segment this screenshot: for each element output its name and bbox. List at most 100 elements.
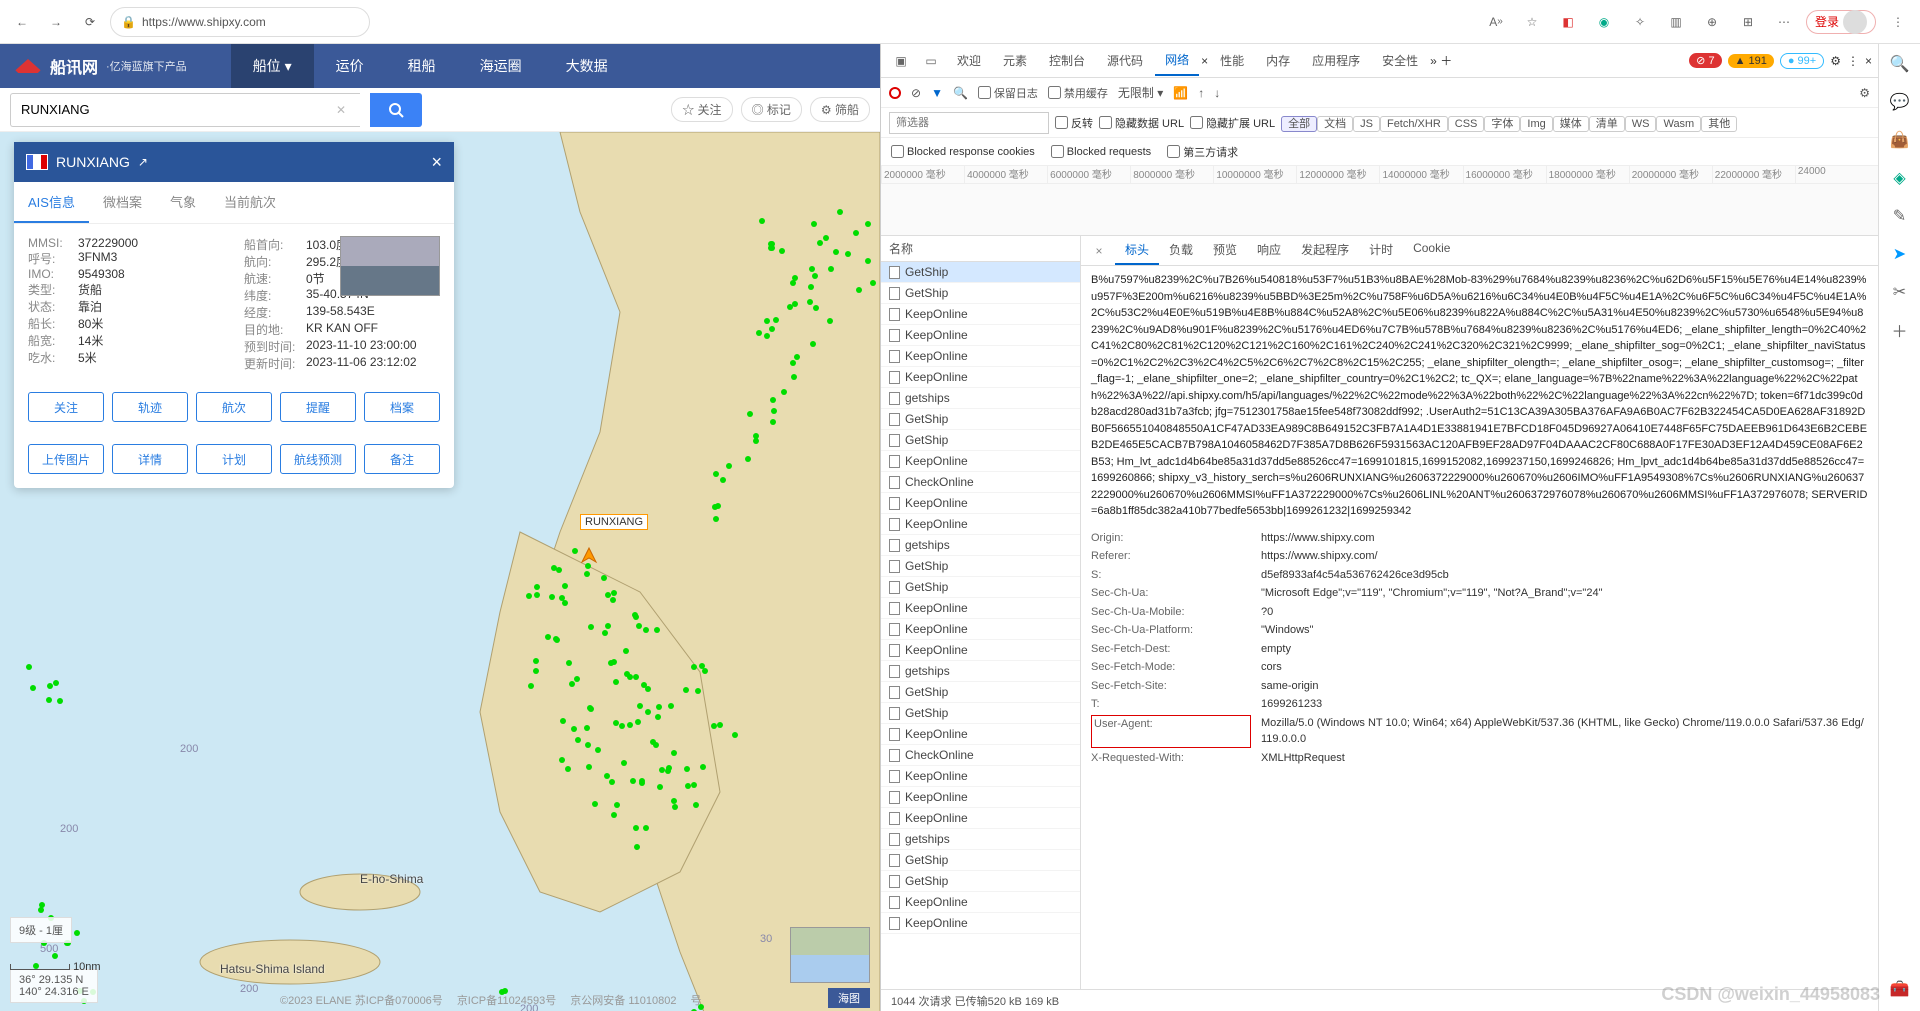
rail-send-icon[interactable]: ➤: [1888, 242, 1912, 266]
request-row[interactable]: GetShip: [881, 577, 1080, 598]
panel-button[interactable]: 航线预测: [280, 444, 356, 474]
rail-note-icon[interactable]: ✎: [1888, 204, 1912, 228]
panel-tab[interactable]: 气象: [156, 182, 210, 223]
panel-button[interactable]: 计划: [196, 444, 272, 474]
request-row[interactable]: GetShip: [881, 283, 1080, 304]
login-button[interactable]: 登录: [1806, 10, 1876, 34]
external-link-icon[interactable]: ↗: [138, 155, 148, 169]
menu-icon[interactable]: ⋯: [1770, 8, 1798, 36]
dt-settings-icon[interactable]: ⚙: [1830, 54, 1841, 68]
dt-close-icon[interactable]: ×: [1865, 54, 1872, 68]
request-row[interactable]: KeepOnline: [881, 514, 1080, 535]
ext-icon-2[interactable]: ◉: [1590, 8, 1618, 36]
detail-tab[interactable]: 计时: [1359, 236, 1403, 265]
panel-button[interactable]: 航次: [196, 392, 272, 422]
add-tab-icon[interactable]: ＋: [1440, 54, 1452, 68]
record-icon[interactable]: [889, 87, 901, 99]
filter-tag[interactable]: 媒体: [1553, 116, 1589, 132]
hide-data-url-checkbox[interactable]: 隐藏数据 URL: [1099, 115, 1184, 131]
nav-tab[interactable]: 船位 ▾: [231, 44, 314, 88]
detail-tab[interactable]: 响应: [1247, 236, 1291, 265]
map-tool[interactable]: ☆ 关注: [671, 97, 732, 122]
map[interactable]: 200 200 200 200 500 30 RUNXIANG E-ho-Shi…: [0, 132, 880, 1011]
rail-clip-icon[interactable]: ✂: [1888, 280, 1912, 304]
rail-chat-icon[interactable]: 💬: [1888, 90, 1912, 114]
devtools-tab[interactable]: 控制台: [1039, 46, 1095, 75]
request-row[interactable]: GetShip: [881, 262, 1080, 283]
request-row[interactable]: GetShip: [881, 850, 1080, 871]
search-nw-icon[interactable]: 🔍: [953, 86, 968, 100]
collections-icon[interactable]: ⊕: [1698, 8, 1726, 36]
extensions-icon[interactable]: ⊞: [1734, 8, 1762, 36]
devtools-tab[interactable]: 性能: [1210, 46, 1254, 75]
panel-button[interactable]: 提醒: [280, 392, 356, 422]
request-row[interactable]: getships: [881, 661, 1080, 682]
request-row[interactable]: KeepOnline: [881, 913, 1080, 934]
filter-tag[interactable]: JS: [1353, 116, 1380, 132]
devtools-tab[interactable]: 元素: [993, 46, 1037, 75]
filter-tag[interactable]: Fetch/XHR: [1380, 116, 1448, 132]
map-tool[interactable]: ⚙ 筛船: [810, 97, 870, 122]
request-row[interactable]: GetShip: [881, 871, 1080, 892]
text-size-icon[interactable]: A»: [1482, 8, 1510, 36]
ext-icon-3[interactable]: ✧: [1626, 8, 1654, 36]
request-row[interactable]: KeepOnline: [881, 451, 1080, 472]
close-icon[interactable]: ×: [431, 152, 442, 173]
network-timeline[interactable]: 2000000 毫秒4000000 毫秒6000000 毫秒8000000 毫秒…: [881, 166, 1878, 236]
keep-log-checkbox[interactable]: 保留日志: [978, 85, 1038, 101]
request-row[interactable]: GetShip: [881, 409, 1080, 430]
request-row[interactable]: KeepOnline: [881, 787, 1080, 808]
star-icon[interactable]: ☆: [1518, 8, 1546, 36]
more-icon[interactable]: ⋮: [1884, 8, 1912, 36]
throttle-select[interactable]: 无限制 ▾: [1118, 84, 1163, 101]
dt-menu-icon[interactable]: ⋮: [1847, 54, 1859, 68]
filter-tag[interactable]: 文档: [1317, 116, 1353, 132]
request-row[interactable]: getships: [881, 388, 1080, 409]
device-icon[interactable]: ▭: [917, 47, 945, 75]
panel-button[interactable]: 轨迹: [112, 392, 188, 422]
stop-icon[interactable]: ⊘: [911, 86, 921, 100]
request-row[interactable]: GetShip: [881, 430, 1080, 451]
panel-button[interactable]: 备注: [364, 444, 440, 474]
disable-cache-checkbox[interactable]: 禁用缓存: [1048, 85, 1108, 101]
filter-input[interactable]: [889, 112, 1049, 134]
request-row[interactable]: KeepOnline: [881, 304, 1080, 325]
devtools-tab[interactable]: 应用程序: [1302, 46, 1370, 75]
request-row[interactable]: KeepOnline: [881, 493, 1080, 514]
rail-wallet-icon[interactable]: 👜: [1888, 128, 1912, 152]
inspect-icon[interactable]: ▣: [887, 47, 915, 75]
detail-tab[interactable]: Cookie: [1403, 236, 1460, 265]
close-tab-icon[interactable]: ×: [1201, 54, 1208, 68]
filter-tag[interactable]: Wasm: [1656, 116, 1701, 132]
request-row[interactable]: CheckOnline: [881, 472, 1080, 493]
panel-tab[interactable]: AIS信息: [14, 182, 89, 223]
panel-tab[interactable]: 当前航次: [210, 182, 290, 223]
nav-tab[interactable]: 海运圈: [458, 44, 544, 88]
option-checkbox[interactable]: 第三方请求: [1167, 144, 1238, 160]
filter-icon[interactable]: ▼: [931, 86, 943, 100]
detail-tab[interactable]: 预览: [1203, 236, 1247, 265]
request-row[interactable]: CheckOnline: [881, 745, 1080, 766]
detail-tab[interactable]: 负载: [1159, 236, 1203, 265]
filter-tag[interactable]: WS: [1625, 116, 1657, 132]
request-row[interactable]: GetShip: [881, 682, 1080, 703]
option-checkbox[interactable]: Blocked response cookies: [891, 145, 1035, 158]
ext-icon-1[interactable]: ◧: [1554, 8, 1582, 36]
filter-tag[interactable]: 字体: [1484, 116, 1520, 132]
settings-icon[interactable]: ⚙: [1859, 86, 1870, 100]
devtools-tab[interactable]: 欢迎: [947, 46, 991, 75]
request-row[interactable]: KeepOnline: [881, 724, 1080, 745]
more-tabs-icon[interactable]: »: [1430, 54, 1437, 68]
rail-search-icon[interactable]: 🔍: [1888, 52, 1912, 76]
request-row[interactable]: KeepOnline: [881, 619, 1080, 640]
clear-icon[interactable]: ✕: [336, 103, 346, 117]
column-header[interactable]: 名称: [881, 236, 1080, 262]
refresh-button[interactable]: ⟳: [76, 8, 104, 36]
forward-button[interactable]: →: [42, 8, 70, 36]
panel-button[interactable]: 上传图片: [28, 444, 104, 474]
request-row[interactable]: KeepOnline: [881, 367, 1080, 388]
download-icon[interactable]: ↓: [1214, 86, 1220, 100]
request-row[interactable]: KeepOnline: [881, 325, 1080, 346]
nav-tab[interactable]: 大数据: [544, 44, 630, 88]
hide-ext-url-checkbox[interactable]: 隐藏扩展 URL: [1190, 115, 1275, 131]
